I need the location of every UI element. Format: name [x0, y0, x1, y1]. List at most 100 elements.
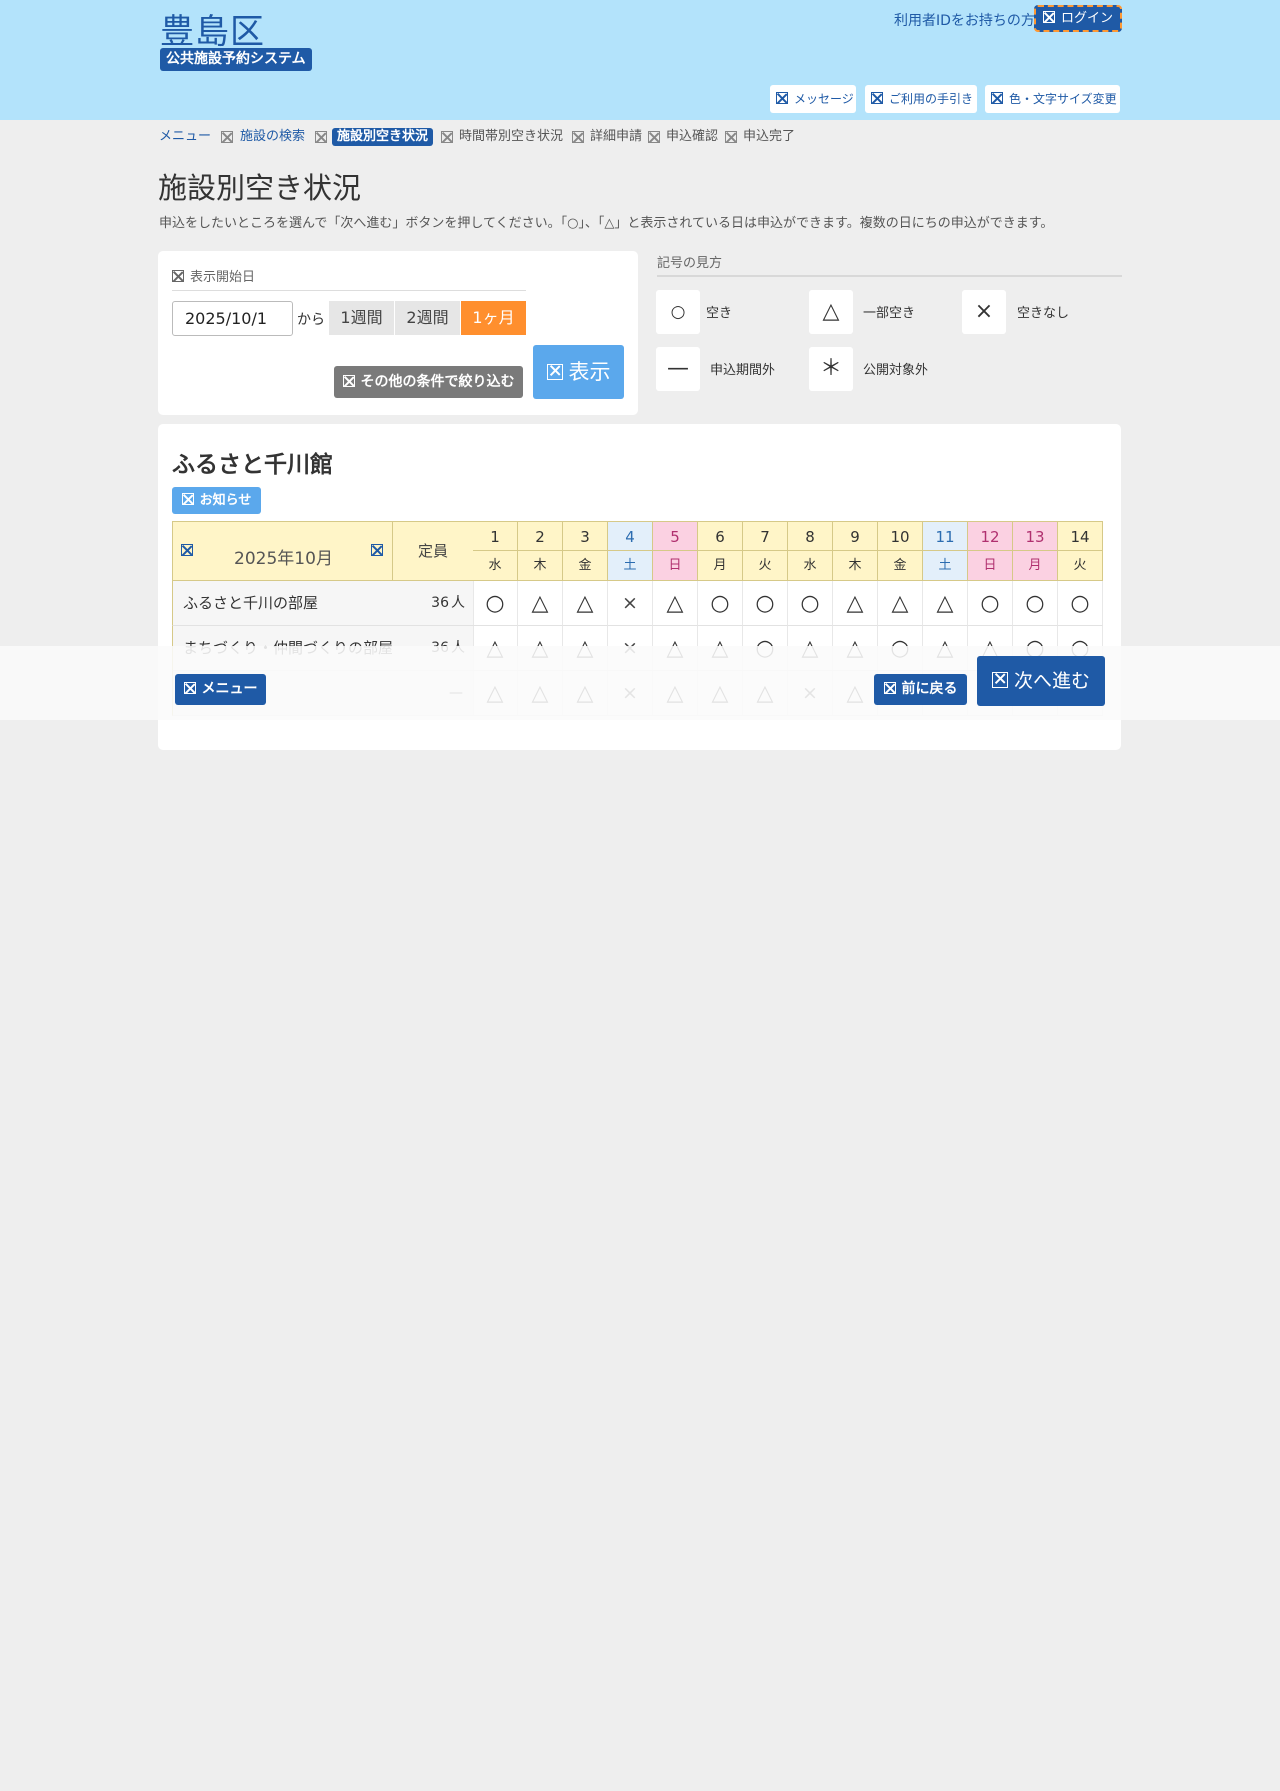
day-weekday: 木: [518, 550, 563, 581]
day-number: 12: [968, 521, 1013, 551]
legend-full-icon: ×: [962, 290, 1006, 334]
crumb-current: 施設別空き状況: [332, 128, 434, 146]
next-month-icon[interactable]: [371, 544, 383, 556]
availability-cell[interactable]: △: [923, 581, 968, 626]
period-1week-button[interactable]: 1週間: [329, 301, 394, 335]
day-weekday: 火: [743, 550, 788, 581]
legend-partial-icon: △: [809, 290, 853, 334]
crumb-timeslot: 時間帯別空き状況: [459, 129, 564, 144]
info-icon: [181, 493, 194, 505]
calendar-icon: [172, 270, 184, 282]
filter-icon: [342, 375, 355, 387]
availability-cell[interactable]: △: [878, 581, 923, 626]
day-weekday: 水: [788, 550, 833, 581]
next-button[interactable]: 次へ進む: [977, 656, 1105, 706]
day-number: 6: [698, 521, 743, 551]
availability-cell[interactable]: △: [653, 581, 698, 626]
chevron-right-icon: [441, 131, 453, 143]
day-weekday: 月: [698, 550, 743, 581]
period-2week-button[interactable]: 2週間: [395, 301, 460, 335]
message-button[interactable]: メッセージ: [770, 85, 856, 113]
day-number: 10: [878, 521, 923, 551]
site-title[interactable]: 豊島区: [160, 4, 265, 53]
filter-conditions-button[interactable]: その他の条件で絞り込む: [334, 366, 523, 398]
login-button[interactable]: ログイン: [1034, 5, 1122, 32]
legend-outside-period-icon: —: [656, 347, 700, 391]
availability-cell[interactable]: ○: [743, 581, 788, 626]
legend-available-label: 空き: [706, 306, 733, 321]
chevron-right-icon: [221, 131, 233, 143]
day-number: 7: [743, 521, 788, 551]
capacity-unit: 人: [451, 595, 465, 611]
availability-cell[interactable]: ○: [698, 581, 743, 626]
start-date-label: 表示開始日: [172, 266, 255, 285]
day-weekday: 水: [473, 550, 518, 581]
capacity-header: 定員: [392, 521, 474, 581]
notice-button[interactable]: お知らせ: [172, 487, 261, 514]
start-date-input[interactable]: [172, 301, 293, 336]
day-number: 4: [608, 521, 653, 551]
crumb-detail: 詳細申請: [590, 129, 643, 144]
page-description: 申込をしたいところを選んで「次へ進む」ボタンを押してください。「○」、「△」と表…: [159, 216, 1054, 231]
legend-full-label: 空きなし: [1017, 306, 1070, 321]
site-subtitle: 公共施設予約システム: [160, 48, 312, 71]
month-label: 2025年10月: [234, 549, 333, 569]
availability-cell[interactable]: ○: [1058, 581, 1103, 626]
palette-icon: [991, 92, 1003, 104]
mail-icon: [776, 92, 788, 104]
availability-cell[interactable]: △: [833, 581, 878, 626]
chevron-right-icon: [648, 131, 660, 143]
site-header: 豊島区 公共施設予約システム 利用者IDをお持ちの方 ログイン メッセージ ご利…: [0, 0, 1280, 120]
day-number: 2: [518, 521, 563, 551]
day-number: 8: [788, 521, 833, 551]
chevron-right-icon: [725, 131, 737, 143]
day-weekday: 土: [923, 550, 968, 581]
availability-cell[interactable]: ○: [788, 581, 833, 626]
crumb-menu[interactable]: メニュー: [159, 128, 211, 146]
login-icon: [1042, 11, 1055, 23]
menu-icon: [183, 682, 196, 694]
book-icon: [871, 92, 883, 104]
period-1month-button[interactable]: 1ヶ月: [461, 301, 526, 335]
legend-private-label: 公開対象外: [863, 363, 929, 378]
crumb-facility-search[interactable]: 施設の検索: [240, 128, 305, 146]
from-label: から: [297, 312, 325, 328]
day-number: 13: [1013, 521, 1058, 551]
day-weekday: 木: [833, 550, 878, 581]
capacity-value: 36: [431, 595, 449, 611]
day-number: 3: [563, 521, 608, 551]
availability-cell[interactable]: ×: [608, 581, 653, 626]
divider: [172, 290, 526, 291]
back-button[interactable]: 前に戻る: [874, 674, 967, 705]
day-weekday: 金: [563, 550, 608, 581]
day-number: 1: [473, 521, 518, 551]
day-number: 11: [923, 521, 968, 551]
crumb-confirm: 申込確認: [666, 129, 719, 144]
room-capacity: 36人: [392, 581, 474, 626]
crumb-complete: 申込完了: [743, 129, 796, 144]
availability-cell[interactable]: △: [563, 581, 608, 626]
search-icon: [546, 364, 563, 380]
menu-button[interactable]: メニュー: [175, 674, 266, 705]
day-weekday: 月: [1013, 550, 1058, 581]
next-icon: [991, 672, 1008, 688]
availability-cell[interactable]: ○: [968, 581, 1013, 626]
day-number: 9: [833, 521, 878, 551]
room-name: ふるさと千川の部屋: [172, 581, 393, 626]
availability-cell[interactable]: ○: [473, 581, 518, 626]
show-button[interactable]: 表示: [533, 345, 624, 399]
day-weekday: 日: [968, 550, 1013, 581]
day-number: 14: [1058, 521, 1103, 551]
guide-button[interactable]: ご利用の手引き: [865, 85, 977, 113]
availability-cell[interactable]: △: [518, 581, 563, 626]
display-settings-button[interactable]: 色・文字サイズ変更: [985, 85, 1120, 113]
login-prompt: 利用者IDをお持ちの方: [894, 13, 1035, 29]
chevron-right-icon: [572, 131, 584, 143]
day-weekday: 金: [878, 550, 923, 581]
divider: [657, 275, 1122, 277]
legend-title: 記号の見方: [657, 256, 723, 271]
availability-cell[interactable]: ○: [1013, 581, 1058, 626]
day-weekday: 土: [608, 550, 653, 581]
chevron-right-icon: [315, 131, 327, 143]
legend-outside-period-label: 申込期間外: [710, 363, 776, 378]
